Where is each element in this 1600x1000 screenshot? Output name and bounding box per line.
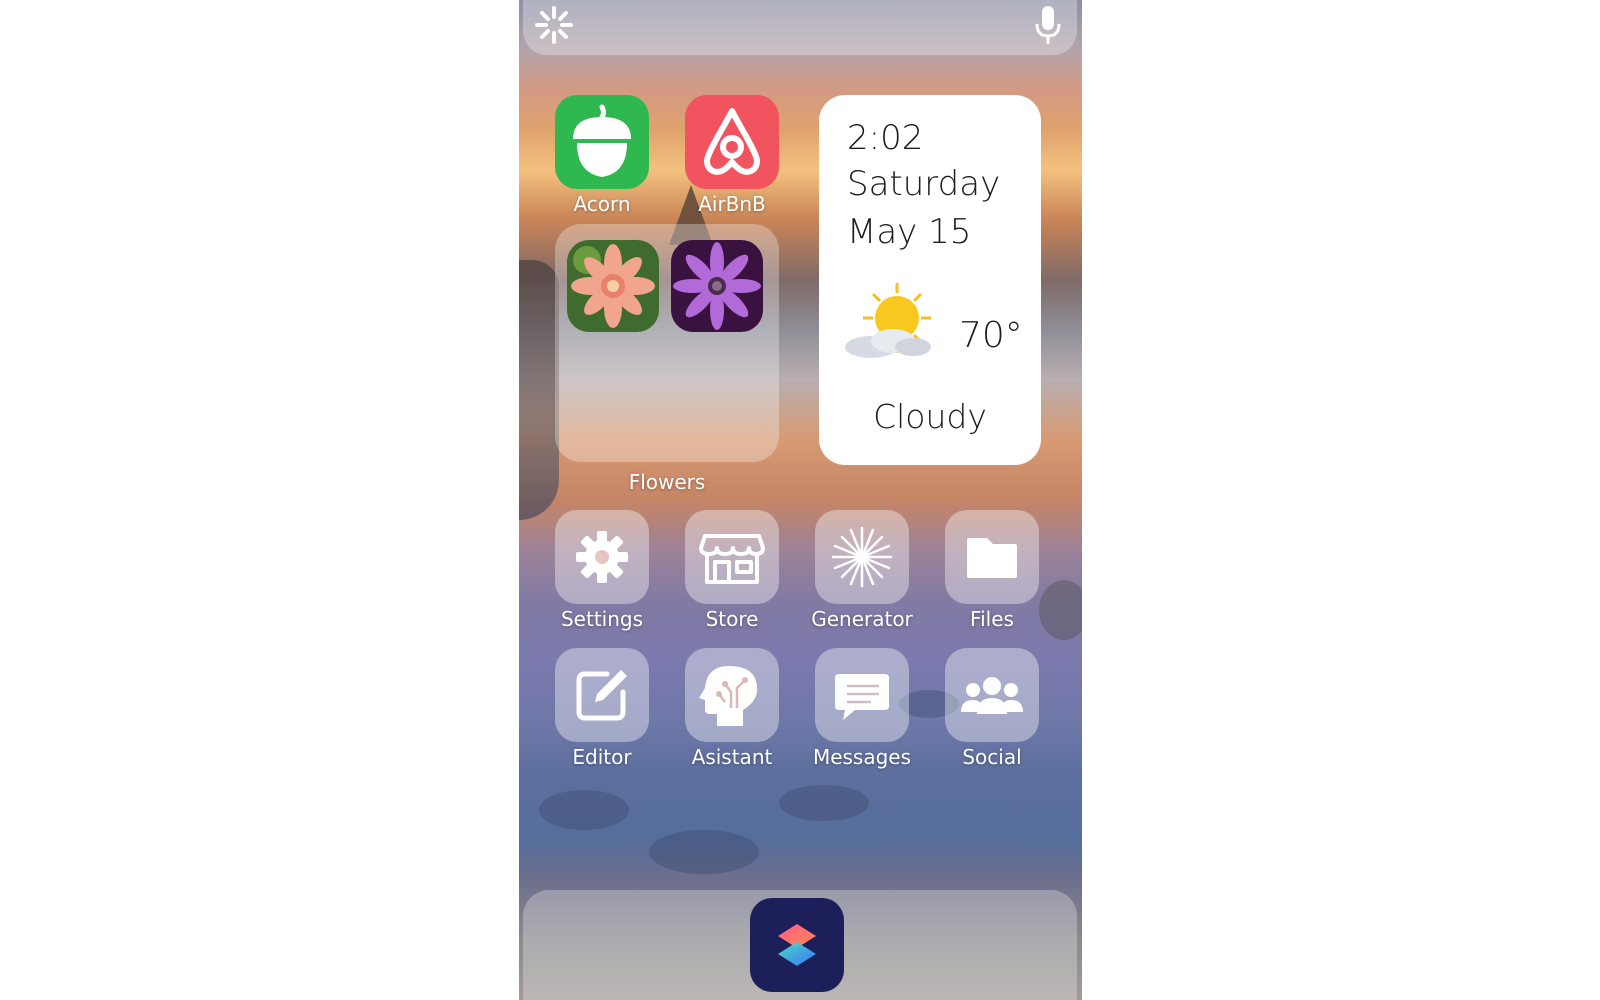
- message-bubble-icon: [815, 648, 909, 742]
- starburst-icon: [815, 510, 909, 604]
- app-social[interactable]: Social: [945, 648, 1039, 769]
- app-asistant[interactable]: Asistant: [685, 648, 779, 769]
- wallpaper-rock: [779, 785, 869, 821]
- app-generator[interactable]: Generator: [811, 510, 913, 631]
- microphone-icon[interactable]: [1033, 4, 1063, 48]
- folder-icon: [945, 510, 1039, 604]
- gear-icon: [555, 510, 649, 604]
- folder-flowers[interactable]: [555, 224, 779, 462]
- dahlia-flower-icon[interactable]: [567, 240, 659, 332]
- top-bar: [523, 0, 1077, 55]
- app-store[interactable]: Store: [685, 510, 779, 631]
- storefront-icon: [685, 510, 779, 604]
- app-airbnb[interactable]: AirBnB: [685, 95, 779, 216]
- widget-condition: Cloudy: [873, 397, 987, 436]
- sparkle-icon[interactable]: [533, 4, 575, 46]
- airbnb-icon: [685, 95, 779, 189]
- app-label: Social: [962, 745, 1022, 769]
- sun-cloud-icon: [845, 283, 931, 358]
- wallpaper-rock: [649, 830, 759, 874]
- app-messages[interactable]: Messages: [813, 648, 911, 769]
- app-label: Files: [970, 607, 1014, 631]
- acorn-icon: [555, 95, 649, 189]
- widget-time: 2:02: [847, 118, 924, 158]
- wallpaper-rock: [539, 790, 629, 830]
- shortcuts-icon[interactable]: [750, 898, 844, 992]
- ai-head-icon: [685, 648, 779, 742]
- folder-label: Flowers: [628, 470, 706, 494]
- wallpaper-shore: [519, 260, 559, 520]
- widget-temperature: 70°: [959, 315, 1023, 356]
- app-editor[interactable]: Editor: [555, 648, 649, 769]
- app-label: AirBnB: [698, 192, 766, 216]
- home-screen: Acorn AirBnB Flowers 2:02 Saturday May 1…: [519, 0, 1082, 1000]
- purple-daisy-icon[interactable]: [671, 240, 763, 332]
- edit-pencil-icon: [555, 648, 649, 742]
- people-group-icon: [945, 648, 1039, 742]
- date-weather-widget[interactable]: 2:02 Saturday May 15 70° Cloudy: [819, 95, 1041, 465]
- widget-day: Saturday: [847, 164, 1001, 204]
- widget-date: May 15: [847, 212, 972, 252]
- dock: [523, 890, 1077, 1000]
- app-files[interactable]: Files: [945, 510, 1039, 631]
- app-acorn[interactable]: Acorn: [555, 95, 649, 216]
- app-settings[interactable]: Settings: [555, 510, 649, 631]
